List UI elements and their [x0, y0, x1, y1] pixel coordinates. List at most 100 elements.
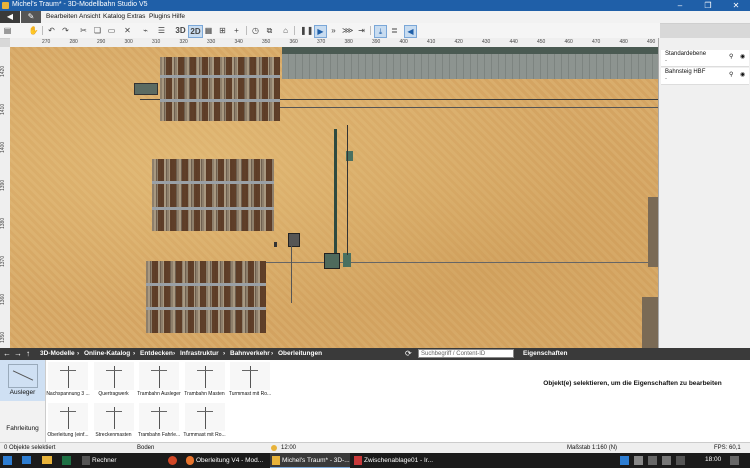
pencil-icon[interactable]: ✎ [21, 11, 41, 23]
delete-icon[interactable]: ✕ [122, 25, 133, 36]
add-icon[interactable]: + [231, 25, 242, 36]
list-icon[interactable]: ☰ [156, 25, 167, 36]
layout-viewport[interactable] [10, 47, 658, 348]
save-icon[interactable]: ▤ [2, 25, 13, 36]
faster-forward-icon[interactable]: ⋙ [342, 25, 353, 36]
pin-icon[interactable]: ⚲ [729, 71, 733, 78]
catalog-item-label: Nachspannung 3 ... [46, 391, 90, 397]
time-status: 12:00 [281, 445, 297, 451]
back-arrow-icon[interactable]: ← [3, 349, 11, 358]
mast-head[interactable] [288, 233, 300, 247]
eye-icon[interactable]: ◉ [740, 71, 745, 78]
skip-end-icon[interactable]: ⇥ [356, 25, 367, 36]
menu-bearbeiten[interactable]: Bearbeiten [46, 13, 77, 20]
breadcrumb-item[interactable]: Bahnverkehr [230, 350, 270, 357]
menu-ansicht[interactable]: Ansicht [79, 13, 100, 20]
task-rechner[interactable]: Rechner [80, 453, 158, 468]
refresh-icon[interactable]: ⟳ [405, 349, 412, 358]
close-button[interactable]: ✕ [722, 0, 750, 11]
eye-icon[interactable]: ◉ [740, 53, 745, 60]
layer-row[interactable]: Bahnsteig HBF - ⚲ ◉ [661, 68, 749, 85]
network-icon[interactable] [648, 456, 657, 465]
mode-3d-button[interactable]: 3D [174, 25, 187, 36]
track-segment[interactable] [160, 57, 280, 121]
ruler-label: 460 [564, 39, 573, 45]
catalog-item[interactable]: Turmmast mit Ro... [182, 401, 227, 442]
download-icon[interactable]: ⤓ [374, 25, 387, 38]
ruler-label: 320 [179, 39, 188, 45]
catalog-item[interactable]: Nachspannung 3 ... [46, 360, 90, 401]
explorer-icon[interactable] [42, 456, 52, 464]
breadcrumb-item[interactable]: 3D-Modelle [40, 350, 75, 357]
maximize-button[interactable]: ❐ [694, 0, 722, 11]
track-segment[interactable] [152, 159, 274, 231]
layer-row[interactable]: Standardebene - ⚲ ◉ [661, 50, 749, 67]
menu-katalog[interactable]: Katalog [103, 13, 125, 20]
minimize-button[interactable]: – [666, 0, 694, 11]
forward-arrow-icon[interactable]: → [14, 349, 22, 358]
catalog-item[interactable]: Trambahn Masten [182, 360, 227, 401]
breadcrumb-item[interactable]: Infrastruktur [180, 350, 219, 357]
windows-start-icon[interactable] [3, 456, 12, 465]
tag-icon[interactable]: ⌂ [280, 25, 291, 36]
redo-icon[interactable]: ↷ [60, 25, 71, 36]
mode-2d-button[interactable]: 2D [188, 25, 203, 38]
task-view-icon[interactable] [22, 456, 31, 464]
mast-base[interactable] [324, 253, 340, 269]
browser-icon[interactable] [168, 456, 177, 465]
tray-icon[interactable] [620, 456, 629, 465]
pin-icon[interactable]: ⚲ [729, 53, 733, 60]
play-icon[interactable]: ▶ [314, 25, 327, 38]
catalog-item-thumb-icon [93, 362, 134, 390]
track-segment[interactable] [642, 297, 658, 348]
back-arrow-icon[interactable]: ◀ [0, 11, 20, 23]
menu-plugins[interactable]: Plugins [149, 13, 170, 20]
ruler-label: 290 [97, 39, 106, 45]
volume-icon[interactable] [662, 456, 671, 465]
category-fahrleitung[interactable]: Fahrleitung [0, 401, 45, 442]
mast-base[interactable] [134, 83, 158, 95]
paste-icon[interactable]: ▭ [106, 25, 117, 36]
hand-icon[interactable]: ✋ [28, 25, 39, 36]
search-input[interactable]: Suchbegriff / Content-ID [418, 349, 514, 358]
up-arrow-icon[interactable]: ↑ [26, 349, 30, 358]
track-segment[interactable] [146, 261, 266, 333]
catalog-item[interactable]: Oberleitung (einf... [46, 401, 90, 442]
catalog-item[interactable]: Trambahn Fahrle... [137, 401, 181, 442]
copy-layer-icon[interactable]: ⧉ [264, 25, 275, 36]
task-zwischenablage[interactable]: Zwischenablage01 - Ir... [352, 453, 434, 468]
catalog-item-thumb-icon [139, 362, 179, 390]
layers-icon[interactable]: ≣ [389, 25, 400, 36]
pipette-icon[interactable]: ⌁ [140, 25, 151, 36]
catalog-item[interactable]: Streckenmasten [91, 401, 136, 442]
excel-icon[interactable] [62, 456, 71, 465]
pause-icon[interactable]: ❚❚ [300, 25, 313, 36]
undo-icon[interactable]: ↶ [46, 25, 57, 36]
toolbar-divider [294, 26, 295, 35]
clock-icon[interactable]: ◷ [250, 25, 261, 36]
notification-icon[interactable] [730, 456, 739, 465]
task-oberleitung[interactable]: Oberleitung V4 - Mod... [184, 453, 268, 468]
tray-icon[interactable] [634, 456, 643, 465]
ausleger-thumb-icon [8, 364, 38, 388]
grid-icon[interactable]: ▦ [203, 25, 214, 36]
menu-hilfe[interactable]: Hilfe [172, 13, 185, 20]
cut-icon[interactable]: ✂ [78, 25, 89, 36]
snap-icon[interactable]: ⊞ [217, 25, 228, 36]
fast-forward-icon[interactable]: » [328, 25, 339, 36]
copy-icon[interactable]: ❏ [92, 25, 103, 36]
breadcrumb-item[interactable]: Oberleitungen [278, 350, 322, 357]
catalog-item[interactable]: Trambahn Ausleger [137, 360, 181, 401]
task-modellbahn[interactable]: Michel's Traum* - 3D-... [270, 453, 350, 468]
breadcrumb-item[interactable]: Online-Katalog [84, 350, 130, 357]
category-ausleger[interactable]: Ausleger [0, 360, 45, 401]
catalog-item[interactable]: Turmmast mit Ro... [228, 360, 272, 401]
menu-extras[interactable]: Extras [127, 13, 145, 20]
tray-icon[interactable] [676, 456, 685, 465]
ruler-label: 380 [344, 39, 353, 45]
track-segment[interactable] [648, 197, 658, 267]
speaker-icon[interactable]: ◀ [404, 25, 417, 38]
breadcrumb-item[interactable]: Entdecken [140, 350, 173, 357]
catenary-mast[interactable] [334, 129, 337, 265]
catalog-item[interactable]: Quertragwerk [91, 360, 136, 401]
